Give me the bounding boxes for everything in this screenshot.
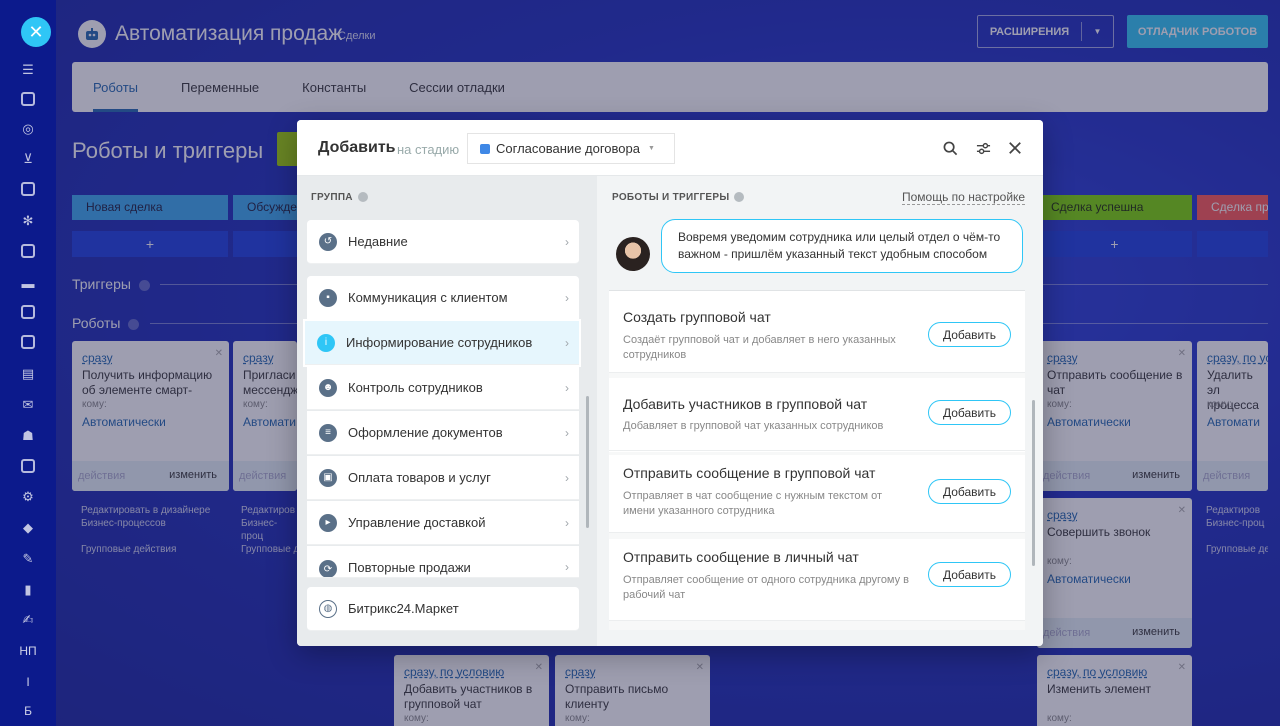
avatar (616, 237, 650, 271)
stage-label: на стадию (397, 142, 460, 157)
message-icon[interactable]: ▬ (20, 275, 36, 291)
group-item-repeat-sales[interactable]: ⟳ Повторные продажи › (307, 546, 579, 578)
chevron-down-icon: ▼ (648, 145, 655, 152)
add-button[interactable]: Добавить (928, 400, 1011, 425)
edit-icon[interactable]: ✍ (20, 612, 36, 628)
chevron-right-icon: › (565, 234, 569, 249)
stage-color-dot (480, 143, 490, 154)
chevron-right-icon: › (565, 290, 569, 305)
dialog-title: Добавить (318, 139, 396, 156)
calendar-icon[interactable] (21, 244, 35, 258)
info-icon: i (317, 333, 335, 352)
planner-icon[interactable] (21, 305, 35, 319)
market-label: Битрикс24.Маркет (348, 601, 459, 616)
contact-icon[interactable] (21, 459, 35, 473)
dialog-header: Добавить на стадию Согласование договора… (297, 120, 1043, 176)
filter-icon[interactable]: ☰ (20, 62, 36, 78)
scrollbar[interactable] (1032, 400, 1035, 566)
robot-item-name: Добавить участников в групповой чат (623, 396, 868, 412)
group-item-employee-control[interactable]: ☻ Контроль сотрудников › (307, 366, 579, 410)
search-icon[interactable] (942, 140, 958, 156)
group-item-client-communication[interactable]: ▪ Коммуникация с клиентом › (307, 276, 579, 320)
sign-icon[interactable]: ✎ (20, 551, 36, 567)
robots-list: Создать групповой чат Создаёт групповой … (609, 290, 1025, 630)
group-item-documents[interactable]: ≡ Оформление документов › (307, 411, 579, 455)
group-label: Контроль сотрудников (348, 380, 483, 395)
gear-icon[interactable]: ✻ (20, 213, 36, 229)
group-header: ГРУППА (311, 192, 368, 203)
robot-item-desc: Отправляет в чат сообщение с нужным текс… (623, 490, 883, 517)
group-item-delivery[interactable]: ▸ Управление доставкой › (307, 501, 579, 545)
help-icon[interactable] (734, 192, 745, 203)
robots-header: РОБОТЫ И ТРИГГЕРЫ (612, 192, 745, 203)
group-header-text: ГРУППА (311, 192, 353, 203)
chevron-right-icon: › (565, 380, 569, 395)
market-icon: ◍ (319, 599, 337, 618)
group-label: Оплата товаров и услуг (348, 470, 491, 485)
chat-icon: ▪ (319, 288, 337, 307)
list-item[interactable]: Создать групповой чат Создаёт групповой … (609, 291, 1025, 373)
chevron-right-icon: › (565, 515, 569, 530)
add-robot-dialog: Добавить на стадию Согласование договора… (297, 120, 1043, 646)
robot-item-desc: Создаёт групповой чат и добавляет в него… (623, 334, 896, 361)
store-icon[interactable]: ▤ (20, 366, 36, 382)
setup-help-link[interactable]: Помощь по настройке (902, 190, 1026, 205)
chevron-right-icon: › (565, 335, 569, 350)
group-item-payments[interactable]: ▣ Оплата товаров и услуг › (307, 456, 579, 500)
help-icon[interactable] (357, 192, 368, 203)
chart-icon[interactable]: ▮ (20, 582, 36, 598)
users-icon[interactable]: ☗ (20, 428, 36, 444)
robot-item-desc: Отправляет сообщение от одного сотрудник… (623, 574, 910, 601)
group-item-recent[interactable]: ↺ Недавние › (307, 220, 579, 264)
robot-item-name: Отправить сообщение в личный чат (623, 549, 859, 565)
group-label: Повторные продажи (348, 560, 471, 575)
group-label: Оформление документов (348, 425, 503, 440)
settings-sliders-icon[interactable] (975, 140, 991, 156)
list-item[interactable]: Отправить сообщение в личный чат Отправл… (609, 539, 1025, 621)
add-button[interactable]: Добавить (928, 479, 1011, 504)
check-icon[interactable] (21, 182, 35, 196)
robot-item-name: Отправить сообщение в групповой чат (623, 465, 876, 481)
document-icon: ≡ (319, 423, 337, 442)
history-icon: ↺ (319, 232, 337, 251)
add-button[interactable]: Добавить (928, 562, 1011, 587)
hint-bubble: Вовремя уведомим сотрудника или целый от… (661, 219, 1023, 273)
close-icon[interactable] (1007, 140, 1023, 156)
scrollbar[interactable] (586, 396, 589, 528)
truck-icon: ▸ (319, 513, 337, 532)
chevron-right-icon: › (565, 470, 569, 485)
list-item[interactable]: Отправить сообщение в групповой чат Отпр… (609, 455, 1025, 533)
group-item-employee-info[interactable]: i Информирование сотрудников › (305, 321, 579, 365)
robot-item-name: Создать групповой чат (623, 309, 771, 325)
rail-label-b[interactable]: Б (0, 704, 56, 718)
close-icon[interactable]: ✕ (21, 17, 51, 47)
stage-value: Согласование договора (496, 141, 640, 156)
rail-label-i[interactable]: І (0, 675, 56, 689)
box-icon[interactable]: ◆ (20, 520, 36, 536)
cart-icon[interactable]: ⊻ (20, 151, 36, 167)
group-label: Недавние (348, 234, 408, 249)
mail-icon[interactable]: ✉ (20, 397, 36, 413)
group-label: Управление доставкой (348, 515, 486, 530)
repeat-icon: ⟳ (319, 560, 337, 577)
group-label: Информирование сотрудников (346, 335, 533, 350)
wallet-icon: ▣ (319, 468, 337, 487)
list-item[interactable]: Добавить участников в групповой чат Доба… (609, 379, 1025, 451)
chevron-right-icon: › (565, 560, 569, 574)
robot-item-desc: Добавляет в групповой чат указанных сотр… (623, 420, 884, 432)
rail-label-np[interactable]: НП (0, 644, 56, 658)
people-icon: ☻ (319, 378, 337, 397)
group-label: Коммуникация с клиентом (348, 290, 508, 305)
robot-icon[interactable]: ⚙ (20, 489, 36, 505)
home-icon[interactable] (21, 92, 35, 106)
doc-icon[interactable] (21, 335, 35, 349)
left-rail: ✕ ☰ ◎ ⊻ ✻ ▬ ▤ ✉ ☗ ⚙ ◆ ✎ ▮ ✍ НП І Б (0, 0, 56, 726)
robots-header-text: РОБОТЫ И ТРИГГЕРЫ (612, 192, 730, 203)
group-column: ГРУППА ↺ Недавние › ▪ Коммуникация с кли… (297, 176, 597, 646)
stage-select[interactable]: Согласование договора ▼ (467, 133, 675, 164)
chevron-right-icon: › (565, 425, 569, 440)
add-button[interactable]: Добавить (928, 322, 1011, 347)
target-icon[interactable]: ◎ (20, 121, 36, 137)
marketplace-item[interactable]: ◍ Битрикс24.Маркет (307, 587, 579, 631)
